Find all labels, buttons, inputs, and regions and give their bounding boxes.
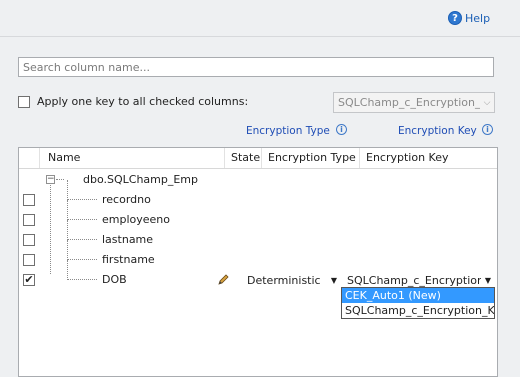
table-row: firstname [19, 240, 497, 270]
info-icon[interactable]: i [482, 124, 493, 135]
chevron-down-icon[interactable]: ▼ [481, 276, 495, 285]
column-header-name[interactable]: Name [39, 148, 224, 168]
columns-grid: Name State Encryption Type Encryption Ke… [18, 147, 498, 377]
tree-connector [67, 200, 68, 220]
tree-connector [67, 199, 97, 200]
encryption-key-link[interactable]: Encryption Key [398, 125, 477, 137]
pencil-icon [218, 274, 229, 285]
tree-connector [67, 180, 68, 200]
chevron-down-icon[interactable]: ▼ [327, 276, 341, 285]
encryption-key-dropdown: CEK_Auto1 (New) SQLChamp_c_Encryption_Ke [341, 287, 495, 319]
grid-header: Name State Encryption Type Encryption Ke… [19, 148, 497, 169]
encryption-key-value: SQLChamp_c_Encryption [347, 273, 481, 287]
help-link[interactable]: ? Help [448, 10, 490, 26]
table-row: − dbo.SQLChamp_Emp [19, 170, 497, 190]
column-name: DOB [102, 273, 127, 286]
search-input[interactable] [19, 58, 493, 76]
encryption-type-value: Deterministic [247, 273, 321, 287]
apply-all-label: Apply one key to all checked columns: [37, 95, 249, 108]
tree-connector [67, 279, 97, 280]
help-label: Help [465, 11, 491, 25]
row-checkbox[interactable] [23, 194, 35, 206]
encryption-type-select[interactable]: Deterministic ▼ [243, 270, 341, 290]
apply-all-checkbox[interactable] [18, 96, 30, 108]
table-row: employeeno [19, 200, 497, 230]
help-icon: ? [448, 11, 462, 25]
row-checkbox[interactable]: ✔ [23, 274, 35, 286]
tree-connector [67, 259, 97, 260]
apply-all-key-value: SQLChamp_c_Encryption_ [338, 96, 480, 109]
tree-connector [67, 220, 68, 240]
column-name: lastname [102, 233, 154, 246]
tree-connector [67, 240, 68, 260]
apply-all-key-select[interactable]: SQLChamp_c_Encryption_ ⌵ [333, 92, 495, 113]
encryption-type-link[interactable]: Encryption Type [246, 125, 330, 137]
row-checkbox[interactable] [23, 214, 35, 226]
table-row: recordno [19, 180, 497, 210]
column-name: employeeno [102, 213, 170, 226]
chevron-down-icon: ⌵ [483, 97, 491, 108]
column-header-encryption-type[interactable]: Encryption Type [261, 148, 359, 168]
table-node-label: dbo.SQLChamp_Emp [83, 173, 199, 186]
column-header-state[interactable]: State [224, 148, 261, 168]
tree-connector [56, 179, 64, 180]
search-box[interactable] [18, 57, 494, 77]
tree-connector [67, 260, 68, 280]
column-header-encryption-key[interactable]: Encryption Key [359, 148, 497, 168]
tree-connector [67, 239, 97, 240]
header-divider [0, 36, 520, 37]
row-checkbox[interactable] [23, 254, 35, 266]
info-icon[interactable]: i [336, 124, 347, 135]
column-name: recordno [102, 193, 151, 206]
dropdown-option[interactable]: SQLChamp_c_Encryption_Ke [342, 303, 494, 318]
column-name: firstname [102, 253, 155, 266]
tree-connector [67, 219, 97, 220]
row-checkbox[interactable] [23, 234, 35, 246]
table-row: lastname [19, 220, 497, 250]
collapse-icon[interactable]: − [46, 175, 55, 184]
dropdown-option[interactable]: CEK_Auto1 (New) [342, 288, 494, 303]
